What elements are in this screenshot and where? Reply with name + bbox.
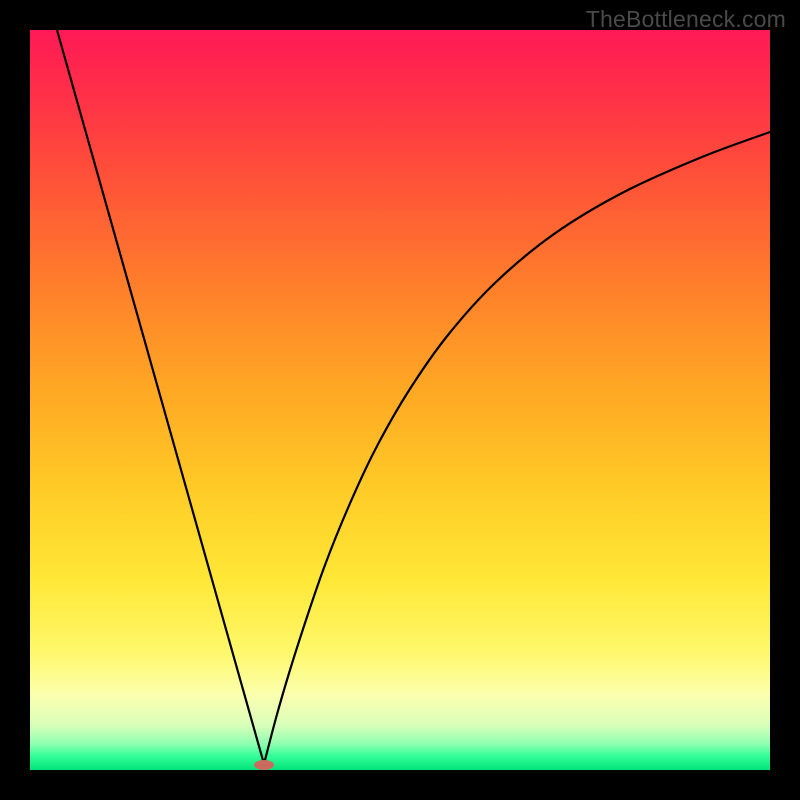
left-branch: [57, 30, 264, 764]
vertex-marker: [254, 760, 274, 770]
curve-svg: [30, 30, 770, 770]
chart-frame: TheBottleneck.com: [0, 0, 800, 800]
plot-area: [30, 30, 770, 770]
curve-group: [57, 30, 770, 770]
right-branch: [264, 132, 770, 764]
watermark-text: TheBottleneck.com: [586, 6, 786, 33]
